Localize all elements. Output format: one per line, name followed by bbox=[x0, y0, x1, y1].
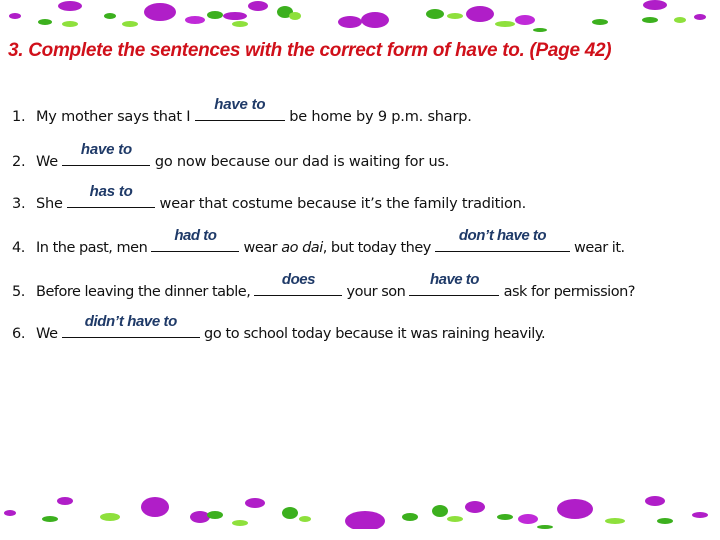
answer-blank: does bbox=[254, 271, 343, 296]
answer-blank: have to bbox=[194, 96, 285, 121]
answer-text: does bbox=[281, 271, 316, 288]
answer-text: have to bbox=[214, 96, 266, 113]
item-number: 1. bbox=[12, 109, 26, 125]
sentence-3: 3. She has to wear that costume because i… bbox=[12, 183, 527, 212]
flower-border-bottom bbox=[4, 496, 708, 529]
item-number: 4. bbox=[12, 240, 25, 256]
sentence-4: 4. In the past, men had to wear ao dai, b… bbox=[12, 227, 625, 256]
answer-text: had to bbox=[174, 227, 217, 244]
sentence-5: 5. Before leaving the dinner table, does … bbox=[12, 271, 635, 300]
answer-blank: have to bbox=[62, 141, 151, 166]
item-number: 2. bbox=[12, 154, 26, 170]
sentence-2: 2. We have to go now because our dad is w… bbox=[12, 141, 450, 170]
flower-border-top bbox=[9, 0, 706, 32]
answer-text: have to bbox=[80, 141, 132, 158]
answer-blank: didn’t have to bbox=[61, 313, 200, 338]
item-number: 6. bbox=[12, 326, 26, 342]
item-number: 3. bbox=[12, 196, 26, 212]
item-number: 5. bbox=[12, 284, 25, 300]
answer-text: don’t have to bbox=[458, 227, 547, 244]
answer-blank: don’t have to bbox=[434, 227, 570, 252]
answer-text: has to bbox=[89, 183, 133, 200]
answer-text: have to bbox=[429, 271, 480, 288]
sentence-6: 6. We didn’t have to go to school today b… bbox=[12, 313, 546, 342]
flower-decoration-icon bbox=[4, 496, 708, 529]
flower-decoration-icon bbox=[9, 0, 706, 32]
exercise-title: 3. Complete the sentences with the corre… bbox=[8, 40, 612, 61]
answer-text: didn’t have to bbox=[84, 313, 178, 330]
answer-blank: have to bbox=[409, 271, 500, 296]
sentence-1: 1. My mother says that I have to be home … bbox=[12, 96, 472, 125]
answer-blank: had to bbox=[151, 227, 240, 252]
answer-blank: has to bbox=[67, 183, 156, 208]
